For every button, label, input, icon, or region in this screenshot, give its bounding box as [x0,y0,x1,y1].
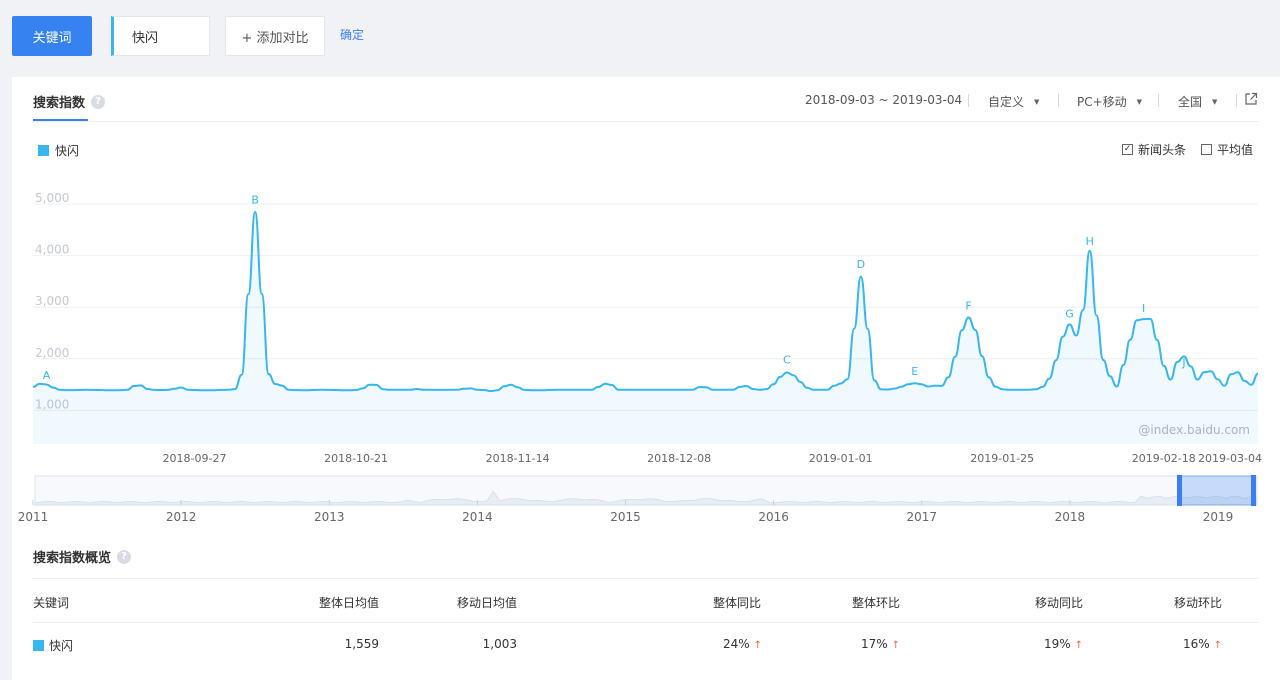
brush-handle-left[interactable] [1177,475,1182,506]
caret-down-icon: ▼ [1136,97,1143,106]
header-mobile-avg: 移动日均值 [456,596,517,610]
annotation-j[interactable]: J [1181,356,1185,369]
annotation-f[interactable]: F [965,300,971,313]
legend-item[interactable]: 快闪 [38,142,79,159]
separator [968,94,969,107]
overview-title: 搜索指数概览 ? [33,547,132,566]
header-keyword: 关键词 [33,596,70,610]
device-dropdown[interactable]: PC+移动 ▼ [1077,93,1142,110]
annotation-g[interactable]: G [1065,307,1074,320]
row-swatch [33,640,44,651]
y-tick-label: 4,000 [35,243,69,257]
row-mobile-yoy: 19% ↑ [1010,637,1083,651]
row-divider [33,622,1259,623]
x-tick-label: 2019-01-01 [809,452,873,465]
region-dropdown[interactable]: 全国 ▼ [1178,93,1217,110]
add-compare-button[interactable]: + 添加对比 [225,16,325,56]
news-checkbox-label: 新闻头条 [1138,143,1187,157]
arrow-up-icon: ↑ [1213,640,1222,651]
year-label: 2019 [1203,510,1234,524]
year-label: 2014 [462,510,493,524]
row-mobile-mom: 16% ↑ [1150,637,1222,651]
annotation-a[interactable]: A [43,369,51,382]
row-overall-mom-value: 17% [860,637,888,651]
row-overall-avg: 1,559 [344,637,379,651]
header-mobile-yoy: 移动同比 [1034,596,1083,610]
arrow-up-icon: ↑ [1074,640,1083,651]
search-index-chart[interactable]: 1,0002,0003,0004,0005,000 ABCDEFGHIJ 201… [0,170,1280,470]
region-dropdown-label: 全国 [1178,95,1203,109]
separator [1158,94,1159,107]
legend-swatch [38,145,49,156]
header-overall-yoy: 整体同比 [712,596,761,610]
arrow-up-icon: ↑ [753,640,762,651]
date-range-display[interactable]: 2018-09-03 ~ 2019-03-04 [805,93,962,107]
row-overall-yoy-value: 24% [722,637,750,651]
annotation-h[interactable]: H [1086,235,1094,248]
confirm-link[interactable]: 确定 [340,26,364,43]
header-mobile-mom: 移动环比 [1173,596,1222,610]
checkbox-checked-icon: ✓ [1122,144,1133,155]
year-label: 2016 [758,510,789,524]
row-keyword-text: 快闪 [49,639,74,653]
annotation-b[interactable]: B [251,194,259,207]
x-tick-label: 2018-11-14 [486,452,550,465]
row-mobile-avg: 1,003 [482,637,517,651]
header-overall-mom: 整体环比 [851,596,900,610]
caret-down-icon: ▼ [1212,97,1218,106]
year-label: 2012 [166,510,197,524]
annotation-c[interactable]: C [783,354,791,367]
custom-dropdown-label: 自定义 [988,95,1025,109]
overview-title-text: 搜索指数概览 [33,551,112,566]
annotation-e[interactable]: E [911,365,918,378]
year-label: 2011 [18,510,49,524]
row-overall-yoy: 24% ↑ [690,637,762,651]
help-icon[interactable]: ? [117,549,132,564]
keyword-chip[interactable]: 快闪 [111,16,210,56]
search-index-title-text: 搜索指数 [33,96,86,111]
x-tick-label: 2019-02-18 [1132,452,1196,465]
x-tick-label: 2018-12-08 [647,452,711,465]
row-mobile-mom-value: 16% [1182,637,1210,651]
annotation-i[interactable]: I [1142,302,1145,315]
news-checkbox[interactable]: ✓ 新闻头条 [1122,141,1186,158]
year-label: 2017 [906,510,937,524]
header-divider [33,121,1259,122]
export-icon[interactable] [1244,92,1258,109]
separator [1058,94,1059,107]
timeline-brush[interactable]: 2011 2012 2013 2014 2015 2016 2017 2018 2019 [0,474,1280,530]
y-tick-label: 2,000 [35,346,69,360]
row-overall-mom: 17% ↑ [830,637,900,651]
arrow-up-icon: ↑ [891,640,900,651]
caret-down-icon: ▼ [1034,97,1040,106]
separator [1236,94,1237,107]
custom-dropdown[interactable]: 自定义 ▼ [988,93,1039,110]
average-checkbox[interactable]: 平均值 [1201,141,1253,158]
year-label: 2015 [610,510,641,524]
y-tick-label: 5,000 [35,191,69,205]
help-icon[interactable]: ? [91,94,106,109]
y-tick-label: 3,000 [35,294,69,308]
row-keyword: 快闪 [33,637,73,654]
brush-handle-right[interactable] [1251,475,1256,506]
header-overall-avg: 整体日均值 [318,596,379,610]
year-label: 2013 [314,510,345,524]
row-mobile-yoy-value: 19% [1043,637,1071,651]
device-dropdown-label: PC+移动 [1077,95,1127,109]
overview-divider [33,578,1259,579]
average-checkbox-label: 平均值 [1217,143,1254,157]
watermark: @index.baidu.com [1138,423,1250,437]
legend-label: 快闪 [55,144,80,158]
x-tick-label: 2018-10-21 [324,452,388,465]
search-index-title: 搜索指数 ? [33,92,106,111]
x-tick-label: 2019-01-25 [970,452,1034,465]
series-area [33,212,1258,444]
keyword-tab-button[interactable]: 关键词 [12,16,92,56]
date-range-text: 2018-09-03 ~ 2019-03-04 [805,93,963,107]
year-label: 2018 [1055,510,1086,524]
annotation-d[interactable]: D [857,258,865,271]
x-tick-label: 2018-09-27 [163,452,227,465]
x-tick-label: 2019-03-04 [1198,452,1262,465]
checkbox-unchecked-icon [1201,144,1212,155]
